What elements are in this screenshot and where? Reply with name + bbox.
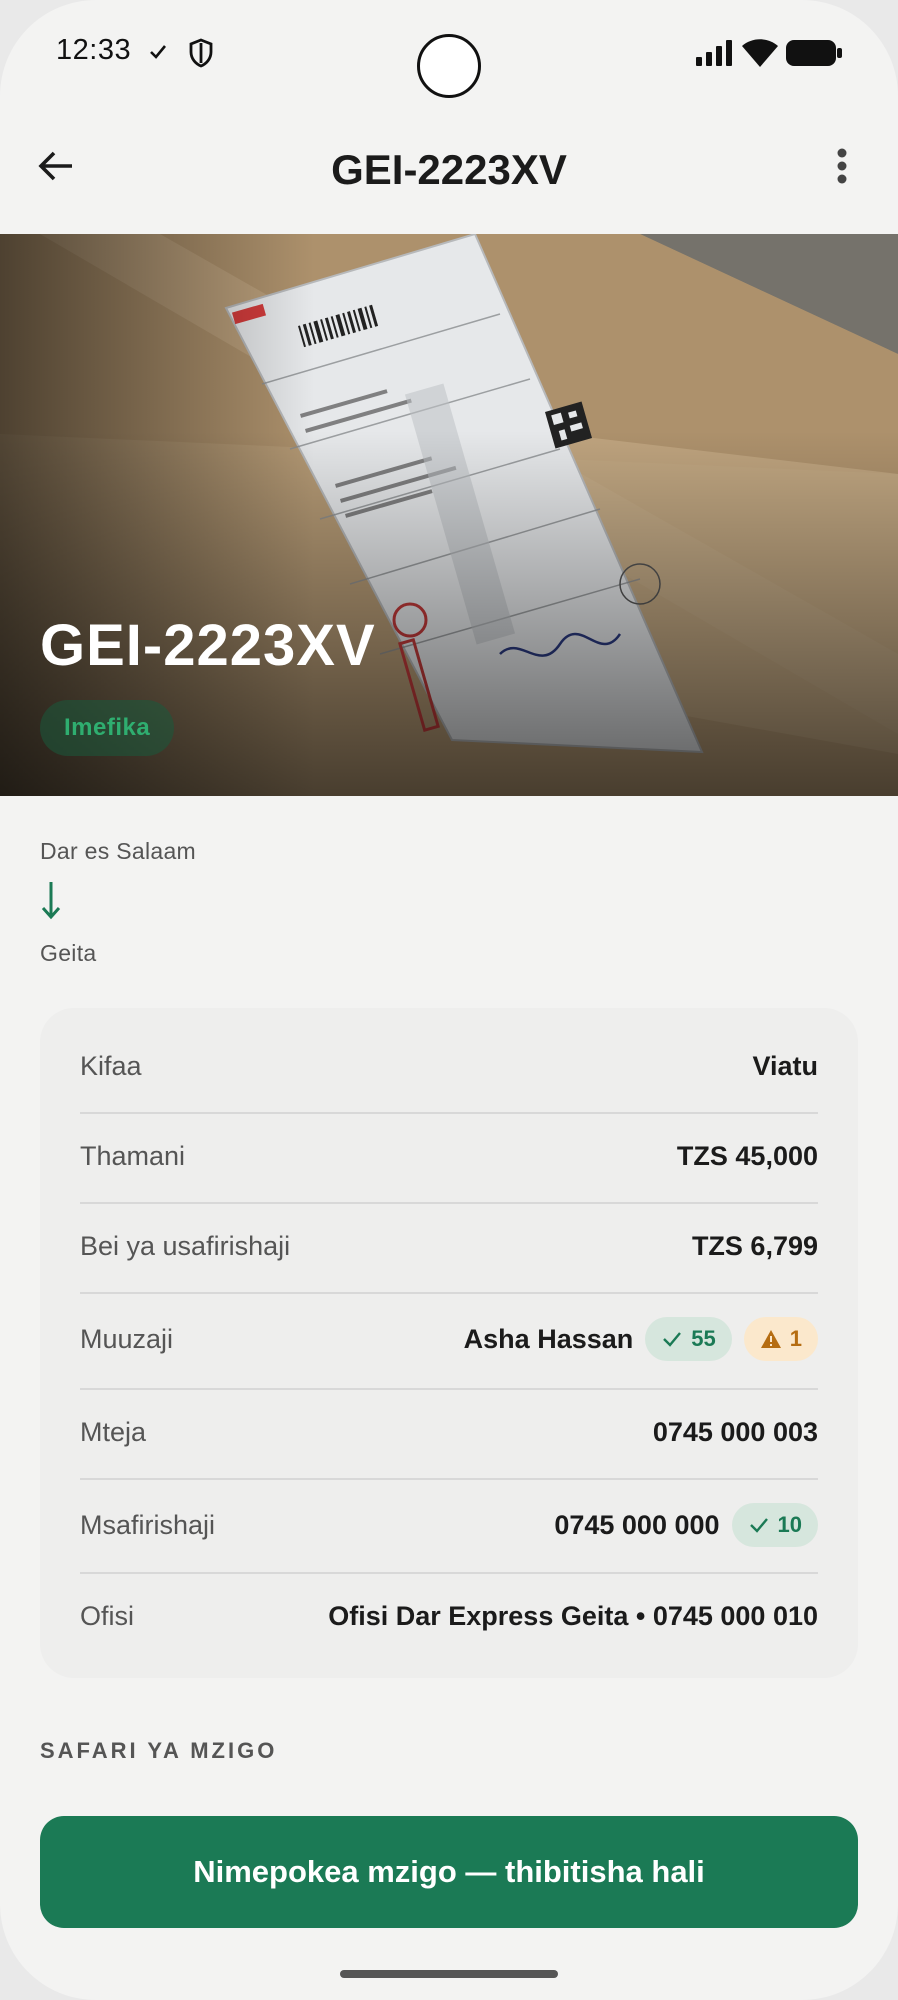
detail-row-carrier: Msafirishaji 0745 000 000 10 bbox=[80, 1494, 818, 1556]
battery-icon bbox=[786, 40, 842, 66]
detail-row-customer: Mteja 0745 000 003 bbox=[80, 1404, 818, 1460]
hero-section: GEI-2223XV Imefika bbox=[0, 234, 898, 796]
carrier-rating-chip[interactable]: 10 bbox=[731, 1503, 818, 1547]
divider bbox=[80, 1478, 818, 1480]
wifi-icon bbox=[742, 39, 778, 67]
status-badge: Imefika bbox=[40, 700, 175, 756]
divider bbox=[80, 1112, 818, 1114]
home-indicator[interactable] bbox=[340, 1970, 558, 1978]
divider bbox=[80, 1292, 818, 1294]
detail-label: Bei ya usafirishaji bbox=[80, 1230, 291, 1261]
detail-label: Msafirishaji bbox=[80, 1509, 216, 1540]
divider bbox=[80, 1572, 818, 1574]
office-info[interactable]: Ofisi Dar Express Geita • 0745 000 010 bbox=[328, 1601, 818, 1632]
page-title: GEI-2223XV bbox=[331, 146, 567, 193]
divider bbox=[80, 1202, 818, 1204]
status-bar: 12:33 bbox=[0, 0, 898, 110]
confirm-received-button[interactable]: Nimepokea mzigo — thibitisha hali bbox=[40, 1816, 858, 1928]
customer-phone[interactable]: 0745 000 003 bbox=[653, 1417, 818, 1448]
warning-icon bbox=[760, 1330, 781, 1348]
detail-label: Ofisi bbox=[80, 1600, 134, 1631]
detail-row-office: Ofisi Ofisi Dar Express Geita • 0745 000… bbox=[80, 1588, 818, 1644]
more-options-button[interactable] bbox=[816, 140, 868, 192]
divider bbox=[80, 1388, 818, 1390]
arrow-back-icon bbox=[38, 151, 72, 181]
front-camera bbox=[417, 34, 481, 98]
check-icon bbox=[663, 1332, 682, 1347]
seller-name: Asha Hassan bbox=[463, 1323, 634, 1354]
detail-row-item: Kifaa Viatu bbox=[80, 1038, 818, 1094]
detail-label: Thamani bbox=[80, 1140, 186, 1171]
seller-warning-count: 1 bbox=[789, 1326, 802, 1351]
detail-row-seller: Muuzaji Asha Hassan 55 1 bbox=[80, 1308, 818, 1370]
section-title-journey: SAFARI YA MZIGO bbox=[40, 1738, 278, 1763]
detail-value: Viatu bbox=[752, 1050, 818, 1081]
arrow-down-icon bbox=[41, 882, 61, 920]
seller-warning-chip[interactable]: 1 bbox=[743, 1317, 818, 1361]
parcel-code-title: GEI-2223XV bbox=[40, 613, 376, 678]
detail-label: Kifaa bbox=[80, 1050, 142, 1081]
check-icon bbox=[150, 45, 167, 59]
detail-label: Mteja bbox=[80, 1416, 147, 1447]
carrier-rating-count: 10 bbox=[777, 1512, 802, 1537]
detail-value: TZS 6,799 bbox=[691, 1230, 818, 1261]
route-destination: Geita bbox=[40, 940, 97, 966]
phone-screen: 12:33 GEI-2223XV GEI-2223XV Imefika Dar … bbox=[0, 0, 898, 2000]
back-button[interactable] bbox=[30, 140, 82, 192]
detail-value: TZS 45,000 bbox=[676, 1140, 818, 1171]
seller-rating-chip[interactable]: 55 bbox=[645, 1317, 732, 1361]
parcel-details-card: Kifaa Viatu Thamani TZS 45,000 Bei ya us… bbox=[40, 1008, 858, 1678]
route-origin: Dar es Salaam bbox=[40, 838, 197, 864]
detail-row-value: Thamani TZS 45,000 bbox=[80, 1128, 818, 1184]
app-bar: GEI-2223XV bbox=[0, 110, 898, 234]
more-vert-icon bbox=[837, 148, 847, 184]
status-time: 12:33 bbox=[56, 34, 132, 66]
seller-rating-count: 55 bbox=[691, 1326, 716, 1351]
signal-icon bbox=[696, 40, 732, 66]
shield-icon bbox=[189, 38, 213, 68]
carrier-phone[interactable]: 0745 000 000 bbox=[554, 1510, 719, 1541]
detail-row-shipping-fee: Bei ya usafirishaji TZS 6,799 bbox=[80, 1218, 818, 1274]
check-icon bbox=[749, 1518, 768, 1533]
detail-label: Muuzaji bbox=[80, 1323, 174, 1354]
